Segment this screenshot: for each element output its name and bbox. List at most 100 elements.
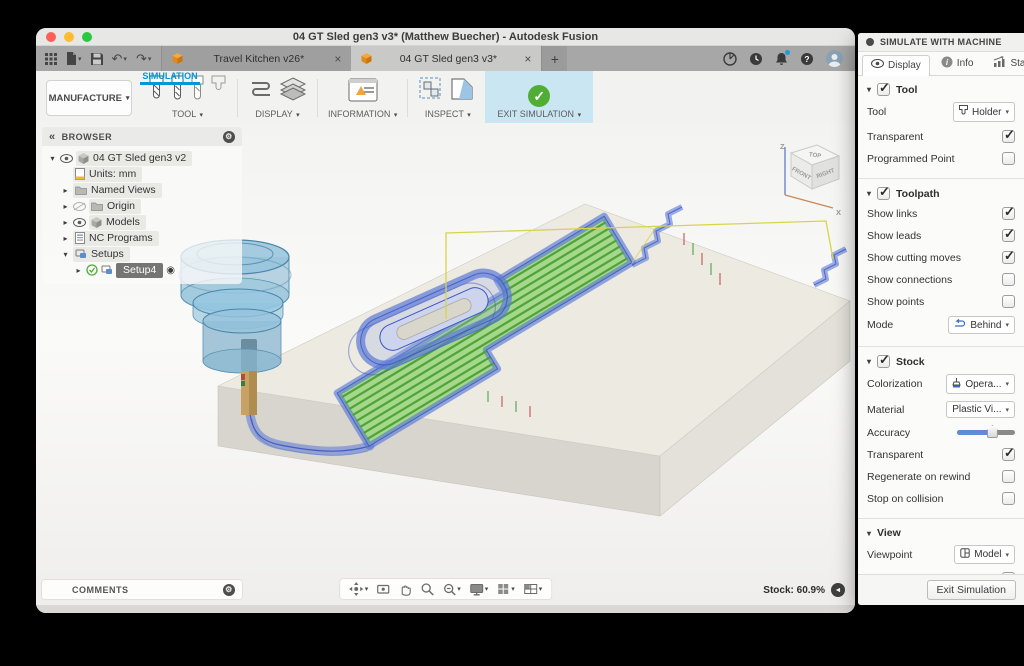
accuracy-slider-thumb[interactable]	[986, 425, 998, 438]
undo-icon[interactable]: ↶ ▾	[112, 51, 127, 67]
expand-caret-icon[interactable]: ▸	[61, 186, 70, 195]
comments-settings-icon[interactable]: ⚙	[223, 583, 235, 596]
section-collapse-icon[interactable]: ▾	[867, 189, 871, 198]
show-cutting-moves-checkbox[interactable]	[1002, 248, 1015, 264]
app-grid-icon[interactable]	[45, 52, 57, 65]
tree-item-root[interactable]: ▾ 04 GT Sled gen3 v2	[48, 150, 238, 166]
stock-transparent-checkbox[interactable]	[1002, 445, 1015, 461]
tree-item-origin[interactable]: ▸ Origin	[61, 198, 238, 214]
file-menu-icon[interactable]: ▾	[66, 52, 82, 65]
expand-caret-icon[interactable]: ▸	[61, 202, 70, 211]
spindle-direction-checkbox[interactable]	[1002, 572, 1015, 574]
viewports-icon[interactable]: ▾	[523, 582, 542, 596]
tab-travel-kitchen[interactable]: Travel Kitchen v26* ×	[161, 46, 352, 71]
view-cube[interactable]: TOP FRONT RIGHT Z X	[765, 137, 849, 222]
new-tab-button[interactable]: +	[541, 46, 568, 71]
close-tab-icon[interactable]: ×	[334, 52, 341, 66]
tool-section-checkbox[interactable]	[877, 80, 891, 96]
accuracy-slider[interactable]	[957, 425, 1015, 438]
tree-item-label: NC Programs	[89, 232, 153, 244]
stock-status-icon[interactable]: ◄	[831, 583, 845, 597]
display-settings-icon[interactable]: ▾	[469, 582, 488, 596]
visibility-off-eye-icon[interactable]	[73, 201, 86, 211]
toolpath-section-checkbox[interactable]	[877, 184, 891, 200]
close-tab-icon[interactable]: ×	[524, 52, 531, 66]
viewport-canvas: « BROWSER ⚙ ▾ 04 GT Sled gen3 v2 Units: …	[36, 123, 855, 605]
information-group-label[interactable]: INFORMATION ▾	[328, 109, 397, 119]
tree-item-named-views[interactable]: ▸ Named Views	[61, 182, 238, 198]
browser-header[interactable]: « BROWSER ⚙	[42, 127, 242, 146]
expand-caret-icon[interactable]: ▸	[74, 266, 83, 275]
section-collapse-icon[interactable]: ▾	[867, 85, 871, 94]
zoom-window-button[interactable]	[82, 31, 92, 42]
section-collapse-icon[interactable]: ▾	[867, 529, 871, 538]
context-tab-simulation[interactable]: SIMULATION	[140, 71, 200, 85]
look-at-icon[interactable]	[376, 582, 390, 596]
tool-dropdown[interactable]: Holder ▾	[953, 102, 1015, 122]
show-points-checkbox[interactable]	[1002, 295, 1015, 308]
avatar[interactable]	[826, 50, 843, 67]
save-icon[interactable]	[90, 52, 103, 65]
regenerate-checkbox[interactable]	[1002, 470, 1015, 483]
notifications-bell-icon[interactable]	[775, 49, 790, 66]
inspect-group-label[interactable]: INSPECT ▾	[425, 109, 471, 119]
tab-statistics[interactable]: Statistics	[984, 52, 1024, 75]
expand-caret-icon[interactable]: ▾	[48, 154, 57, 163]
tree-item-models[interactable]: ▸ Models	[61, 214, 238, 230]
tree-item-setups[interactable]: ▾ Setups	[61, 246, 238, 262]
tree-item-setup4[interactable]: ▸ Setup4 ◉	[74, 262, 238, 278]
simulate-panel-header[interactable]: SIMULATE WITH MACHINE	[858, 33, 1024, 52]
information-window-icon[interactable]	[348, 78, 378, 107]
visibility-eye-icon[interactable]	[60, 153, 73, 163]
comments-bar[interactable]: COMMENTS ⚙	[42, 580, 242, 599]
help-icon[interactable]: ?	[800, 52, 814, 66]
tool-holder-icon[interactable]	[210, 75, 227, 107]
tree-item-nc-programs[interactable]: ▸ NC Programs	[61, 230, 238, 246]
toolpath-display-icon[interactable]	[248, 78, 274, 107]
expand-caret-icon[interactable]: ▸	[61, 234, 70, 243]
expand-caret-icon[interactable]: ▸	[61, 218, 70, 227]
exit-simulation-button[interactable]: Exit Simulation	[926, 580, 1016, 600]
collapse-panel-icon[interactable]: «	[49, 131, 56, 143]
orbit-icon[interactable]: ▾	[348, 582, 368, 596]
tab-gt-sled[interactable]: 04 GT Sled gen3 v3* ×	[351, 46, 542, 71]
mode-value: Behind	[970, 319, 1002, 331]
expand-caret-icon[interactable]: ▾	[61, 250, 70, 259]
caret-down-icon: ▾	[78, 55, 82, 63]
stock-display-icon[interactable]	[279, 76, 307, 107]
mode-dropdown[interactable]: Behind ▾	[948, 316, 1015, 334]
show-leads-checkbox[interactable]	[1002, 226, 1015, 242]
tab-info[interactable]: i Info	[932, 52, 983, 75]
grid-layout-icon[interactable]: ▾	[496, 582, 515, 596]
tab-display[interactable]: Display	[862, 55, 930, 76]
show-links-checkbox[interactable]	[1002, 204, 1015, 220]
stop-collision-checkbox[interactable]	[1002, 492, 1015, 505]
stock-section-checkbox[interactable]	[877, 352, 891, 368]
extensions-icon[interactable]	[723, 51, 737, 66]
exit-simulation-group[interactable]: ✓ EXIT SIMULATION ▾	[485, 71, 594, 123]
zoom-window-icon[interactable]: ▾	[442, 582, 461, 596]
show-points-label: Show points	[867, 295, 925, 308]
zoom-icon[interactable]	[420, 582, 434, 596]
measure-inspect-icon[interactable]	[449, 76, 477, 107]
close-window-button[interactable]	[46, 31, 56, 42]
job-status-clock-icon[interactable]	[749, 52, 763, 66]
visibility-eye-icon[interactable]	[73, 217, 86, 227]
colorization-dropdown[interactable]: Opera... ▾	[946, 374, 1015, 394]
show-connections-checkbox[interactable]	[1002, 273, 1015, 286]
browser-settings-icon[interactable]: ⚙	[223, 130, 235, 143]
programmed-point-checkbox[interactable]	[1002, 152, 1015, 165]
material-dropdown[interactable]: Plastic Vi... ▾	[946, 401, 1015, 418]
tree-item-units[interactable]: Units: mm	[61, 166, 238, 182]
section-inspect-icon[interactable]	[418, 76, 444, 107]
display-group-label[interactable]: DISPLAY ▾	[255, 109, 299, 119]
pan-hand-icon[interactable]	[398, 582, 412, 596]
redo-icon[interactable]: ↷ ▾	[136, 51, 151, 67]
caret-down-icon: ▾	[147, 55, 152, 63]
minimize-window-button[interactable]	[64, 31, 74, 42]
section-collapse-icon[interactable]: ▾	[867, 357, 871, 366]
workspace-selector[interactable]: MANUFACTURE ▾	[46, 80, 132, 116]
viewpoint-dropdown[interactable]: Model ▾	[954, 545, 1015, 564]
transparent-checkbox[interactable]	[1002, 127, 1015, 143]
tool-group-label[interactable]: TOOL ▾	[172, 109, 203, 119]
